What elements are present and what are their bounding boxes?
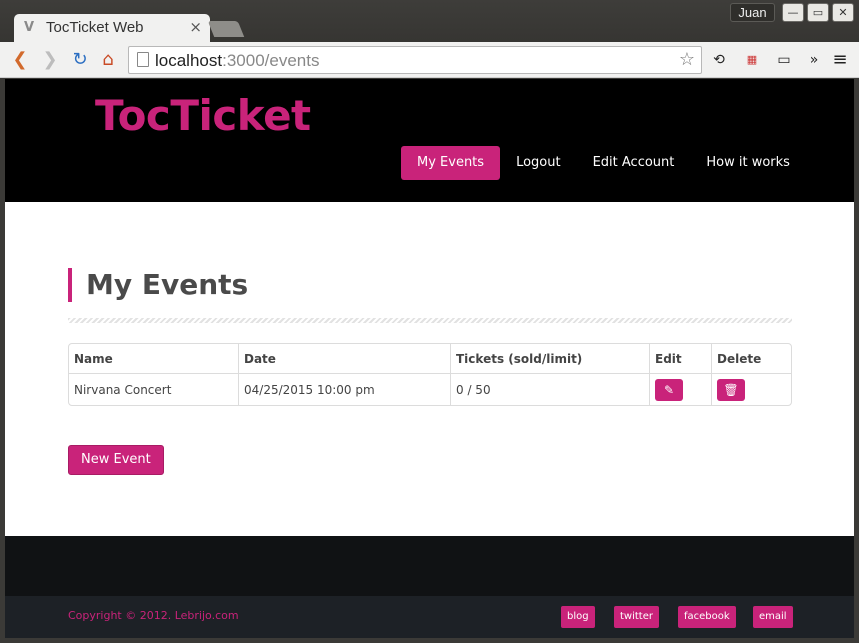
header-date: Date — [238, 344, 450, 374]
browser-tab[interactable]: V TocTicket Web × — [14, 14, 210, 42]
header-delete: Delete — [711, 344, 791, 374]
footer-link-twitter[interactable]: twitter — [614, 606, 659, 628]
footer: Copyright © 2012. Lebrijo.com blog twitt… — [5, 596, 854, 638]
edit-cell: ✎ — [649, 374, 711, 405]
header-name: Name — [69, 344, 238, 374]
site-logo[interactable]: TocTicket — [95, 91, 311, 140]
close-window-button[interactable]: ✕ — [832, 3, 854, 22]
maximize-button[interactable]: ▭ — [807, 3, 829, 22]
event-tickets: 0 / 50 — [450, 374, 649, 405]
delete-cell: 🗑 — [711, 374, 791, 405]
event-date: 04/25/2015 10:00 pm — [238, 374, 450, 405]
site-header: TocTicket My Events Logout Edit Account … — [5, 79, 854, 202]
new-tab-button[interactable] — [207, 21, 245, 37]
minimize-button[interactable]: — — [782, 3, 804, 22]
footer-link-facebook[interactable]: facebook — [678, 606, 736, 628]
tab-close-icon[interactable]: × — [189, 18, 202, 36]
trash-icon[interactable]: 🗑 — [717, 378, 745, 401]
forward-icon[interactable]: ❯ — [38, 48, 62, 72]
close-icon: ✕ — [838, 6, 848, 19]
home-icon[interactable]: ⌂ — [96, 48, 120, 72]
header-edit: Edit — [649, 344, 711, 374]
edit-icon[interactable]: ✎ — [655, 378, 683, 401]
events-table: Name Date Tickets (sold/limit) Edit Dele… — [68, 343, 792, 406]
maximize-icon: ▭ — [812, 6, 824, 19]
page-title-block: My Events — [68, 268, 248, 302]
browser-window: V TocTicket Web × Juan — ▭ ✕ ❮ ❯ ↻ ⌂ loc… — [0, 0, 859, 643]
nav-my-events[interactable]: My Events — [401, 146, 501, 180]
profile-button[interactable]: Juan — [730, 3, 775, 22]
back-icon[interactable]: ❮ — [8, 48, 32, 72]
url-text: localhost:3000/events — [155, 51, 320, 70]
new-event-button[interactable]: New Event — [68, 445, 164, 475]
table-header-row: Name Date Tickets (sold/limit) Edit Dele… — [69, 344, 791, 374]
page-viewport: TocTicket My Events Logout Edit Account … — [5, 79, 854, 638]
flag-extension-icon[interactable]: ▦ — [741, 50, 763, 70]
reload-icon[interactable]: ↻ — [68, 48, 92, 72]
minimize-icon: — — [787, 6, 799, 19]
page-icon — [137, 52, 149, 67]
tab-title: TocTicket Web — [46, 19, 144, 36]
footer-link-blog[interactable]: blog — [561, 606, 595, 628]
bookmark-star-icon[interactable]: ☆ — [679, 49, 695, 70]
copyright-text: Copyright © 2012. Lebrijo.com — [68, 609, 239, 622]
more-extensions-icon[interactable]: » — [803, 50, 825, 70]
nav-logout[interactable]: Logout — [500, 146, 577, 180]
footer-band — [5, 536, 854, 596]
ruler-extension-icon[interactable]: ▭ — [773, 50, 795, 70]
main-nav: My Events Logout Edit Account How it wor… — [401, 146, 806, 180]
nav-how-it-works[interactable]: How it works — [690, 146, 806, 180]
favicon-icon: V — [24, 20, 35, 35]
menu-icon[interactable]: ≡ — [829, 50, 851, 70]
sync-extension-icon[interactable]: ⟲ — [708, 50, 730, 70]
table-row: Nirvana Concert 04/25/2015 10:00 pm 0 / … — [69, 374, 791, 405]
footer-link-email[interactable]: email — [753, 606, 793, 628]
address-bar[interactable]: localhost:3000/events ☆ — [128, 46, 702, 74]
event-name: Nirvana Concert — [74, 382, 172, 397]
browser-toolbar: ❮ ❯ ↻ ⌂ localhost:3000/events ☆ ⟲ ▦ ▭ » … — [0, 42, 859, 78]
title-bar: V TocTicket Web × Juan — ▭ ✕ — [0, 0, 859, 42]
page-title: My Events — [86, 268, 249, 301]
nav-edit-account[interactable]: Edit Account — [577, 146, 691, 180]
header-tickets: Tickets (sold/limit) — [450, 344, 649, 374]
divider — [68, 318, 792, 323]
